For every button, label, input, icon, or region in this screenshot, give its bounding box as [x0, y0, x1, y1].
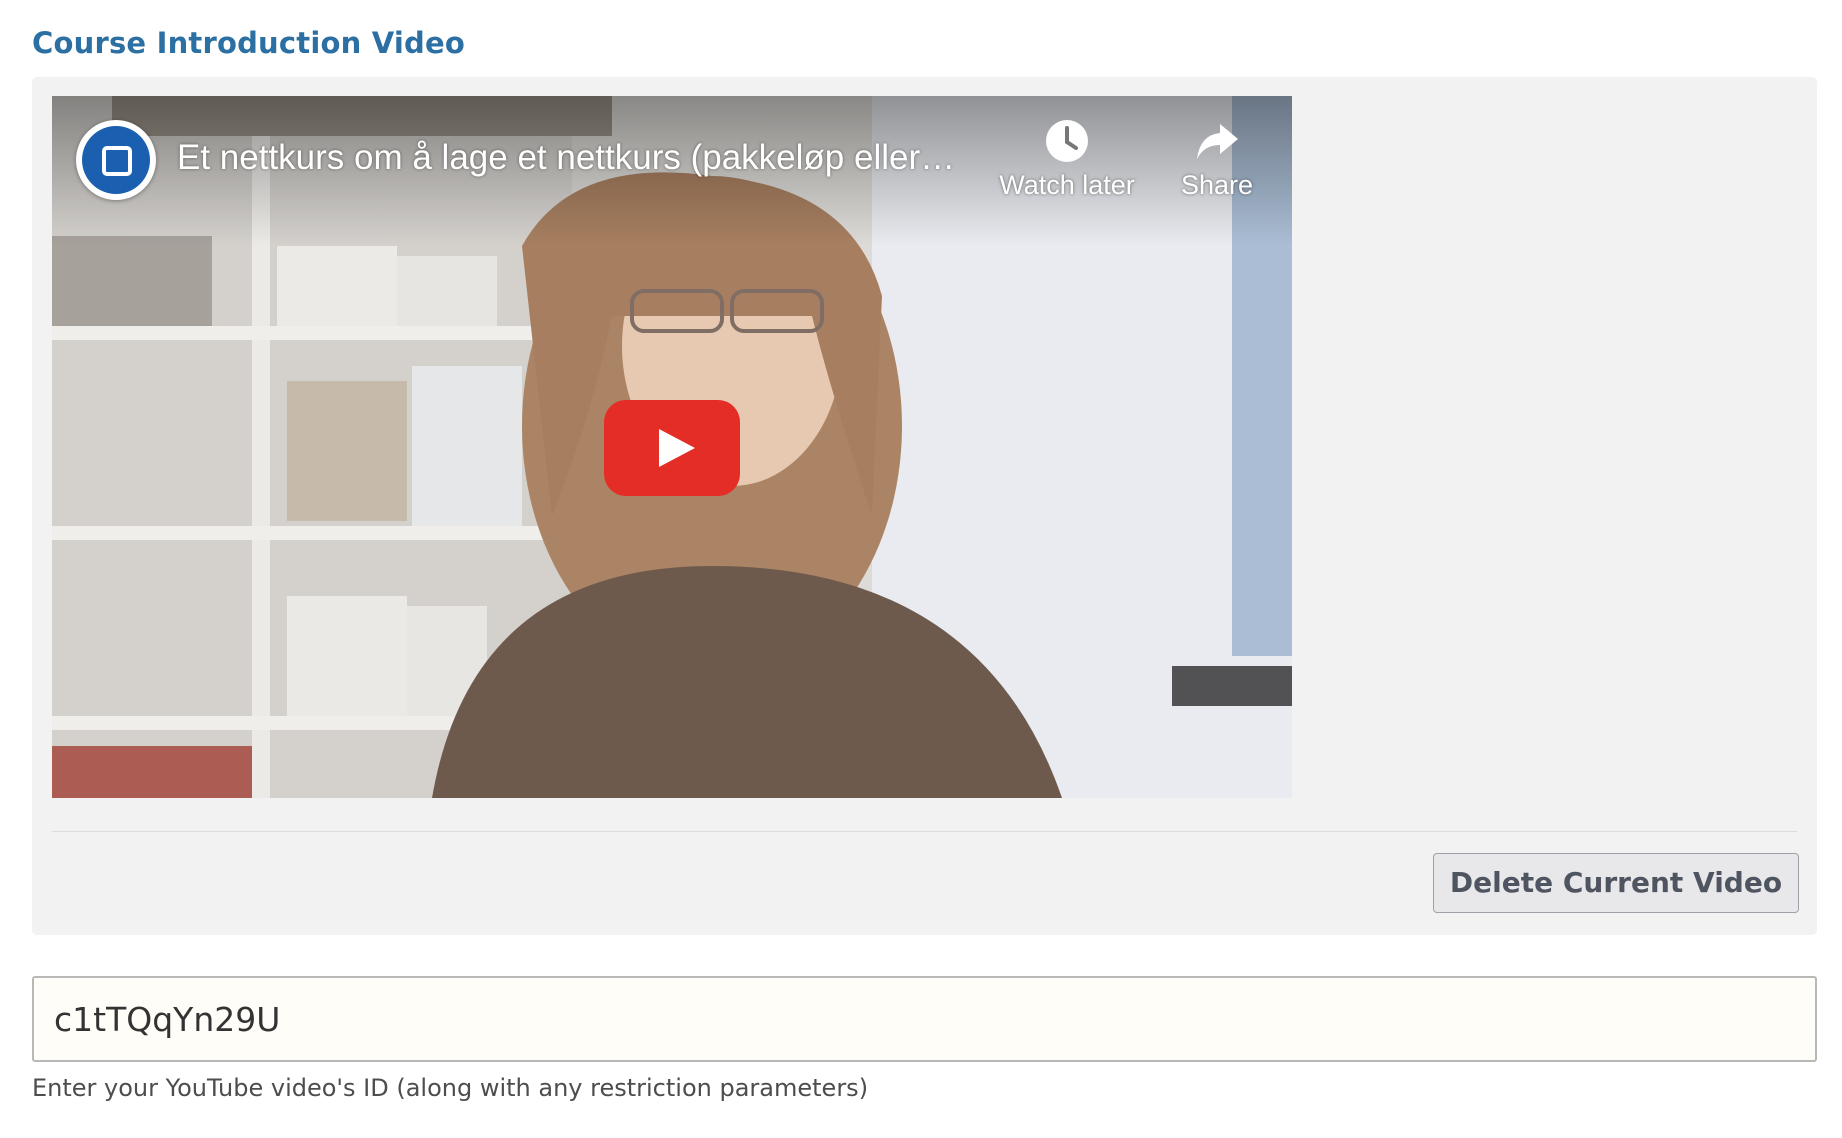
- divider: [52, 831, 1797, 832]
- video-id-help-text: Enter your YouTube video's ID (along wit…: [32, 1074, 869, 1102]
- youtube-video-id-input[interactable]: [32, 976, 1817, 1062]
- channel-logo-icon: [82, 126, 150, 194]
- delete-current-video-button[interactable]: Delete Current Video: [1433, 853, 1799, 913]
- page: Course Introduction Video Et nettkurs om…: [0, 0, 1842, 1138]
- watch-later-button[interactable]: Watch later: [992, 118, 1142, 201]
- watch-later-label: Watch later: [999, 170, 1135, 200]
- video-title[interactable]: Et nettkurs om å lage et nettkurs (pakke…: [177, 138, 955, 178]
- youtube-player[interactable]: Et nettkurs om å lage et nettkurs (pakke…: [52, 96, 1292, 798]
- video-panel: Et nettkurs om å lage et nettkurs (pakke…: [32, 77, 1817, 935]
- section-title: Course Introduction Video: [32, 26, 465, 60]
- share-button[interactable]: Share: [1162, 118, 1272, 201]
- youtube-play-icon[interactable]: [604, 400, 740, 496]
- share-label: Share: [1180, 170, 1254, 200]
- channel-avatar[interactable]: [76, 120, 156, 200]
- clock-icon: [1046, 120, 1088, 162]
- share-arrow-icon: [1197, 124, 1238, 159]
